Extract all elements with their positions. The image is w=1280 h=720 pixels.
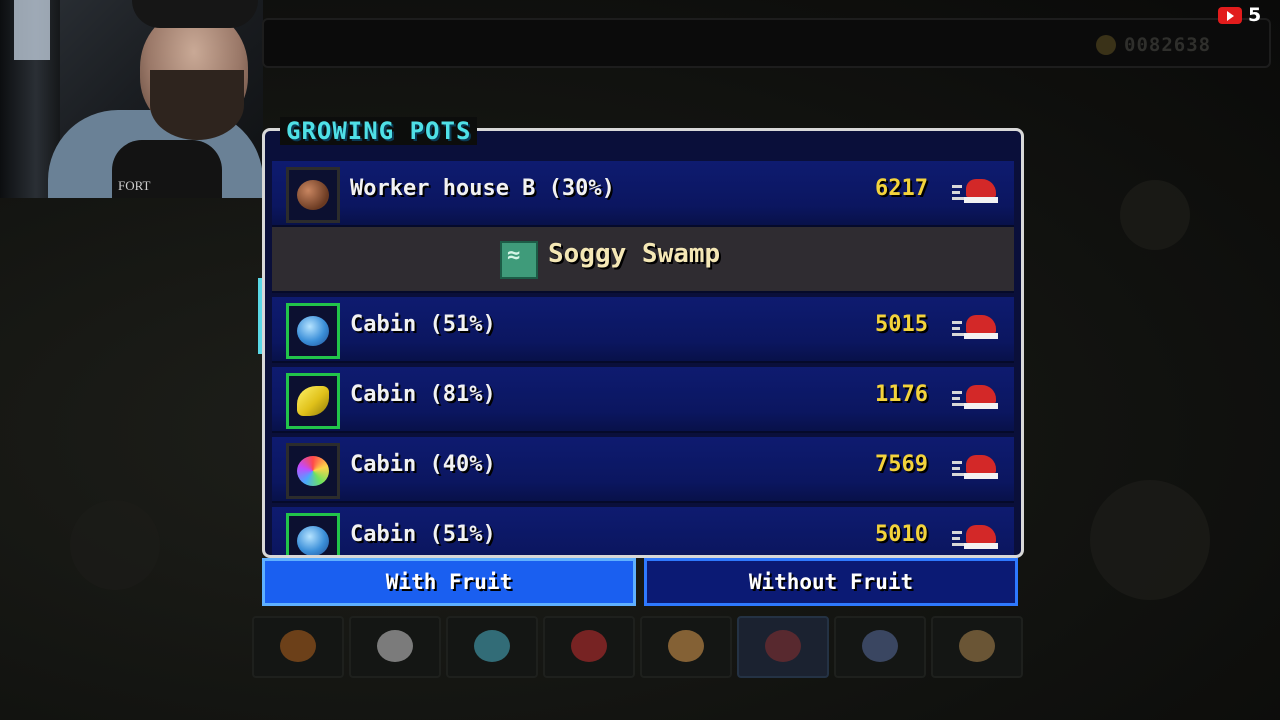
- bottom-toolbar: [244, 610, 1036, 678]
- running-shoe-icon[interactable]: [952, 523, 1000, 551]
- area-name: Soggy Swamp: [548, 239, 721, 269]
- pot-row[interactable]: Cabin (40%) 7569: [272, 437, 1014, 503]
- distance-value: 7569: [875, 452, 928, 477]
- pot-row[interactable]: Worker house B (30%) 6217: [272, 161, 1014, 227]
- pot-row[interactable]: Cabin (51%) 5010: [272, 507, 1014, 555]
- toolbar-slot[interactable]: [543, 616, 635, 678]
- pie-icon: [862, 630, 898, 662]
- area-header: Soggy Swamp: [272, 227, 1014, 293]
- swamp-area-icon: [500, 241, 538, 279]
- pot-label: Worker house B (30%): [350, 176, 615, 201]
- tab-with-fruit[interactable]: With Fruit: [262, 558, 636, 606]
- toolbar-slot[interactable]: [834, 616, 926, 678]
- pot-label: Cabin (81%): [350, 382, 496, 407]
- crate-icon: [959, 630, 995, 662]
- shirt-icon: [377, 630, 413, 662]
- book-icon: [765, 630, 801, 662]
- money-value: 0082638: [1124, 34, 1212, 56]
- money-counter: 0082638: [1096, 32, 1246, 58]
- blueberry-cluster-icon: [297, 316, 329, 346]
- banana-bunch-icon: [297, 386, 329, 416]
- running-shoe-icon[interactable]: [952, 383, 1000, 411]
- brown-nut-icon: [297, 180, 329, 210]
- pot-label: Cabin (51%): [350, 312, 496, 337]
- potion-icon: [668, 630, 704, 662]
- running-shoe-icon[interactable]: [952, 453, 1000, 481]
- toolbar-slot[interactable]: [252, 616, 344, 678]
- blueberry-cluster-icon: [297, 526, 329, 555]
- pot-thumbnail: [286, 373, 340, 429]
- pot-row[interactable]: Cabin (81%) 1176: [272, 367, 1014, 433]
- distance-value: 1176: [875, 382, 928, 407]
- panel-title: GROWING POTS: [280, 117, 478, 145]
- pot-row[interactable]: Cabin (51%) 5015: [272, 297, 1014, 363]
- pot-label: Cabin (40%): [350, 452, 496, 477]
- growing-pots-panel: Worker house B (30%) 6217 Soggy Swamp Cabin…: [262, 128, 1024, 558]
- fruit-basket-icon: [280, 630, 316, 662]
- youtube-icon: [1218, 6, 1242, 24]
- pot-thumbnail: [286, 443, 340, 499]
- toolbar-slot[interactable]: [349, 616, 441, 678]
- toolbar-slot[interactable]: [640, 616, 732, 678]
- tab-without-fruit[interactable]: Without Fruit: [644, 558, 1018, 606]
- rainbow-fruit-icon: [297, 456, 329, 486]
- pot-thumbnail: [286, 167, 340, 223]
- running-shoe-icon[interactable]: [952, 177, 1000, 205]
- stream-viewers: 5: [1218, 4, 1261, 26]
- coin-icon: [1096, 35, 1116, 55]
- toolbar-slot[interactable]: [446, 616, 538, 678]
- gems-icon: [474, 630, 510, 662]
- webcam-overlay: FORT: [0, 0, 263, 198]
- fruit-filter-tabs: With Fruit Without Fruit: [262, 558, 1018, 610]
- running-shoe-icon[interactable]: [952, 313, 1000, 341]
- distance-value: 6217: [875, 176, 928, 201]
- distance-value: 5015: [875, 312, 928, 337]
- shirt-print: FORT: [118, 178, 151, 193]
- distance-value: 5010: [875, 522, 928, 547]
- pot-thumbnail: [286, 513, 340, 555]
- apple-icon: [571, 630, 607, 662]
- pot-label: Cabin (51%): [350, 522, 496, 547]
- toolbar-slot[interactable]: [931, 616, 1023, 678]
- list-scrollbar[interactable]: [258, 278, 262, 354]
- pot-thumbnail: [286, 303, 340, 359]
- viewer-count: 5: [1248, 4, 1262, 26]
- toolbar-slot[interactable]: [737, 616, 829, 678]
